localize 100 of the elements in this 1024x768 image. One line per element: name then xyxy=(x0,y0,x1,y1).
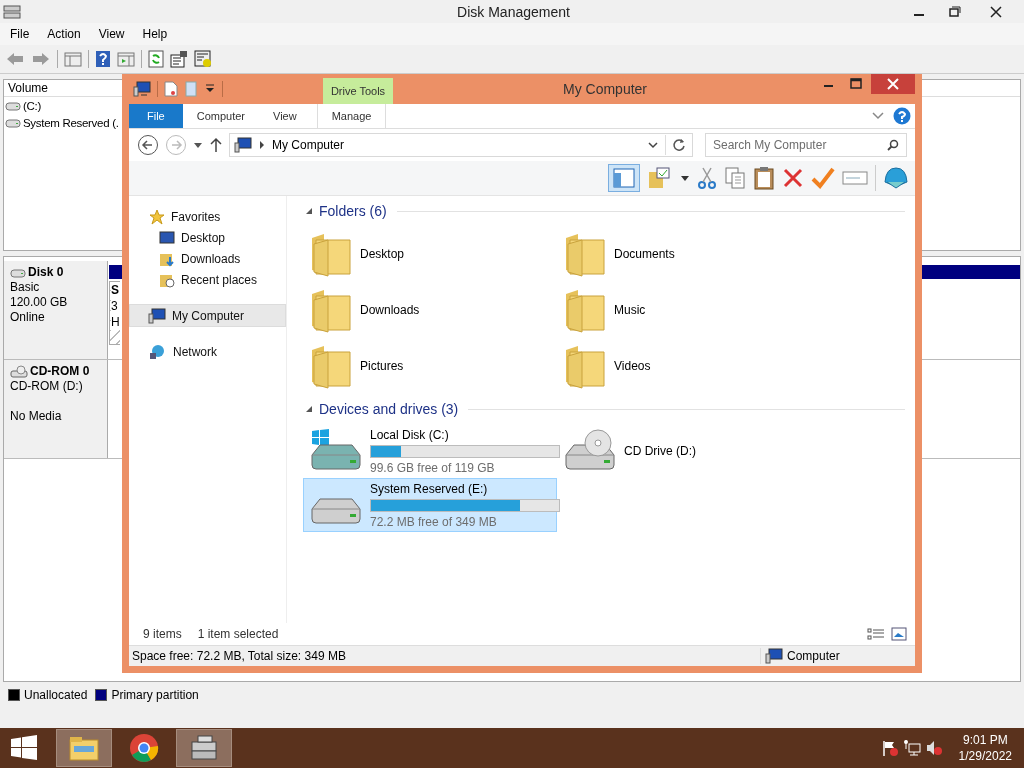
file-tab[interactable]: File xyxy=(129,104,183,128)
windows-logo-icon[interactable] xyxy=(10,735,38,761)
clock-date: 1/29/2022 xyxy=(958,748,1012,764)
help-icon[interactable] xyxy=(893,107,911,125)
close-icon xyxy=(886,77,900,91)
list-item[interactable]: System Reserved (. xyxy=(23,116,119,129)
nav-item[interactable]: Network xyxy=(129,341,286,362)
partition-text: 3 xyxy=(111,298,120,314)
speaker-muted-icon[interactable] xyxy=(924,739,943,757)
contextual-tab-label: Drive Tools xyxy=(323,78,393,104)
delete-icon[interactable] xyxy=(782,167,804,189)
disk-detail: Online xyxy=(10,310,46,325)
console-tree-icon[interactable] xyxy=(64,51,82,67)
folder-options-icon[interactable] xyxy=(647,166,673,190)
free-space-text: 72.2 MB free of 349 MB xyxy=(370,514,498,529)
back-icon[interactable] xyxy=(137,134,159,156)
nav-item[interactable]: Recent places xyxy=(129,269,286,290)
item-tile[interactable]: Documents xyxy=(557,226,811,282)
cd-drive-icon xyxy=(10,364,28,379)
search-field[interactable]: Search My Computer xyxy=(705,133,907,157)
action-pane-icon[interactable] xyxy=(117,51,135,67)
item-tile[interactable]: Local Disk (C:) 99.6 GB free of 119 GB xyxy=(303,424,557,478)
network-icon xyxy=(149,343,167,360)
item-tile[interactable]: Downloads xyxy=(303,282,557,338)
chevron-down-icon xyxy=(647,139,659,151)
item-tile[interactable]: CD Drive (D:) xyxy=(557,424,811,478)
collapse-arrow-icon[interactable] xyxy=(305,207,313,215)
nav-item[interactable]: Downloads xyxy=(129,248,286,269)
nav-item[interactable]: Desktop xyxy=(129,227,286,248)
back-arrow-icon[interactable] xyxy=(5,51,25,67)
item-name: Documents xyxy=(614,247,675,261)
app-icon xyxy=(3,3,21,20)
close-button[interactable] xyxy=(871,74,915,94)
window-title: Disk Management xyxy=(457,3,570,20)
disk-detail: 120.00 GB xyxy=(10,295,69,310)
nav-item[interactable]: My Computer xyxy=(129,304,286,327)
status-text: Space free: 72.2 MB, Total size: 349 MB xyxy=(132,649,346,663)
item-tile[interactable]: System Reserved (E:) 72.2 MB free of 349 MB xyxy=(303,478,557,532)
item-tile[interactable]: Music xyxy=(557,282,811,338)
desktop-icon xyxy=(159,230,175,245)
disk-drive-icon xyxy=(189,734,219,762)
partition-text: H xyxy=(111,314,120,330)
clock-time: 9:01 PM xyxy=(961,732,1009,748)
item-name: CD Drive (D:) xyxy=(624,444,696,458)
free-space-text: 99.6 GB free of 119 GB xyxy=(370,460,496,475)
network-icon[interactable] xyxy=(902,739,921,757)
document-icon[interactable] xyxy=(164,81,178,97)
search-icon xyxy=(887,139,899,151)
taskbar-button[interactable] xyxy=(56,729,112,767)
item-tile[interactable]: Videos xyxy=(557,338,811,394)
legend-label: Primary partition xyxy=(111,688,199,702)
flag-icon[interactable] xyxy=(880,739,899,757)
disk-detail: CD-ROM (D:) xyxy=(10,379,84,394)
computer-icon xyxy=(234,137,252,153)
details-view-icon[interactable] xyxy=(867,627,885,641)
disk-name: CD-ROM 0 xyxy=(30,364,90,379)
large-icons-view-icon[interactable] xyxy=(891,627,907,641)
folder-icon xyxy=(68,734,100,762)
partition-card[interactable]: S 3 H xyxy=(109,281,120,345)
item-name: Pictures xyxy=(360,359,404,373)
group-header[interactable]: Devices and drives (3) xyxy=(319,401,459,417)
address-bar[interactable]: My Computer xyxy=(229,133,693,157)
disk-detail: Basic xyxy=(10,280,41,295)
computer-icon xyxy=(765,648,783,664)
refresh-icon[interactable] xyxy=(148,50,164,68)
breadcrumb-arrow-icon xyxy=(258,140,266,150)
forward-arrow-icon[interactable] xyxy=(31,51,51,67)
menu-item[interactable]: File xyxy=(10,27,30,41)
clock[interactable]: 9:01 PM 1/29/2022 xyxy=(958,732,1012,764)
help-icon[interactable] xyxy=(95,50,111,68)
checkmark-icon[interactable] xyxy=(811,167,835,189)
star-icon xyxy=(149,208,165,225)
list-item[interactable]: (C:) xyxy=(23,99,41,112)
item-name: Videos xyxy=(614,359,651,373)
group-header[interactable]: Folders (6) xyxy=(319,203,387,219)
menu-item[interactable]: Help xyxy=(142,27,168,41)
ribbon-tab[interactable]: Manage xyxy=(316,104,387,128)
dropdown-icon[interactable] xyxy=(680,174,690,182)
item-count: 9 items xyxy=(143,627,182,641)
item-name: Desktop xyxy=(360,247,405,261)
computer-icon[interactable] xyxy=(133,81,151,97)
menu-item[interactable]: Action xyxy=(47,27,81,41)
menu-item[interactable]: View xyxy=(98,27,125,41)
location-text: Computer xyxy=(787,649,840,663)
item-tile[interactable]: Pictures xyxy=(303,338,557,394)
recent-dropdown-icon[interactable] xyxy=(193,141,203,149)
properties-icon[interactable] xyxy=(170,50,188,68)
up-icon[interactable] xyxy=(209,137,223,153)
chrome-icon xyxy=(129,733,159,763)
window-title: My Computer xyxy=(563,81,648,97)
preview-pane-icon[interactable] xyxy=(608,164,640,192)
paste-icon[interactable] xyxy=(753,166,775,190)
taskbar-button[interactable] xyxy=(176,729,232,767)
collapse-arrow-icon[interactable] xyxy=(305,405,313,413)
item-tile[interactable]: Desktop xyxy=(303,226,557,282)
cut-icon[interactable] xyxy=(697,166,717,190)
nav-item[interactable]: Favorites xyxy=(129,206,286,227)
legend-label: Unallocated xyxy=(24,688,88,702)
computer-icon xyxy=(148,307,166,324)
disk-detail: No Media xyxy=(10,409,63,424)
